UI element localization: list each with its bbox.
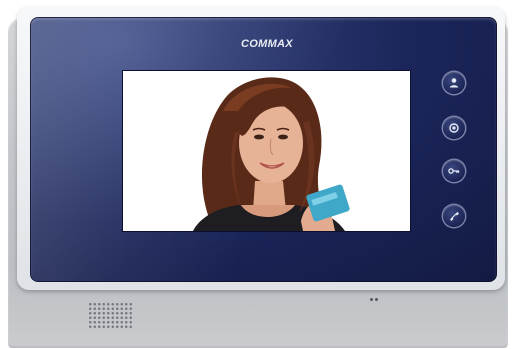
monitor-icon xyxy=(449,123,459,133)
door-open-button[interactable] xyxy=(443,160,465,182)
monitor-button[interactable] xyxy=(443,117,465,139)
person-icon xyxy=(449,78,459,88)
intercom-device: COMMAX xyxy=(0,0,514,349)
key-icon xyxy=(448,168,460,174)
talk-button[interactable] xyxy=(443,205,465,227)
handset-icon xyxy=(450,212,459,221)
microphone-holes xyxy=(370,298,379,301)
speaker-grille xyxy=(88,302,132,328)
video-screen xyxy=(123,71,410,231)
visitor-video-image xyxy=(123,71,410,231)
call-guard-button[interactable] xyxy=(443,72,465,94)
brand-logo: COMMAX xyxy=(241,38,293,50)
